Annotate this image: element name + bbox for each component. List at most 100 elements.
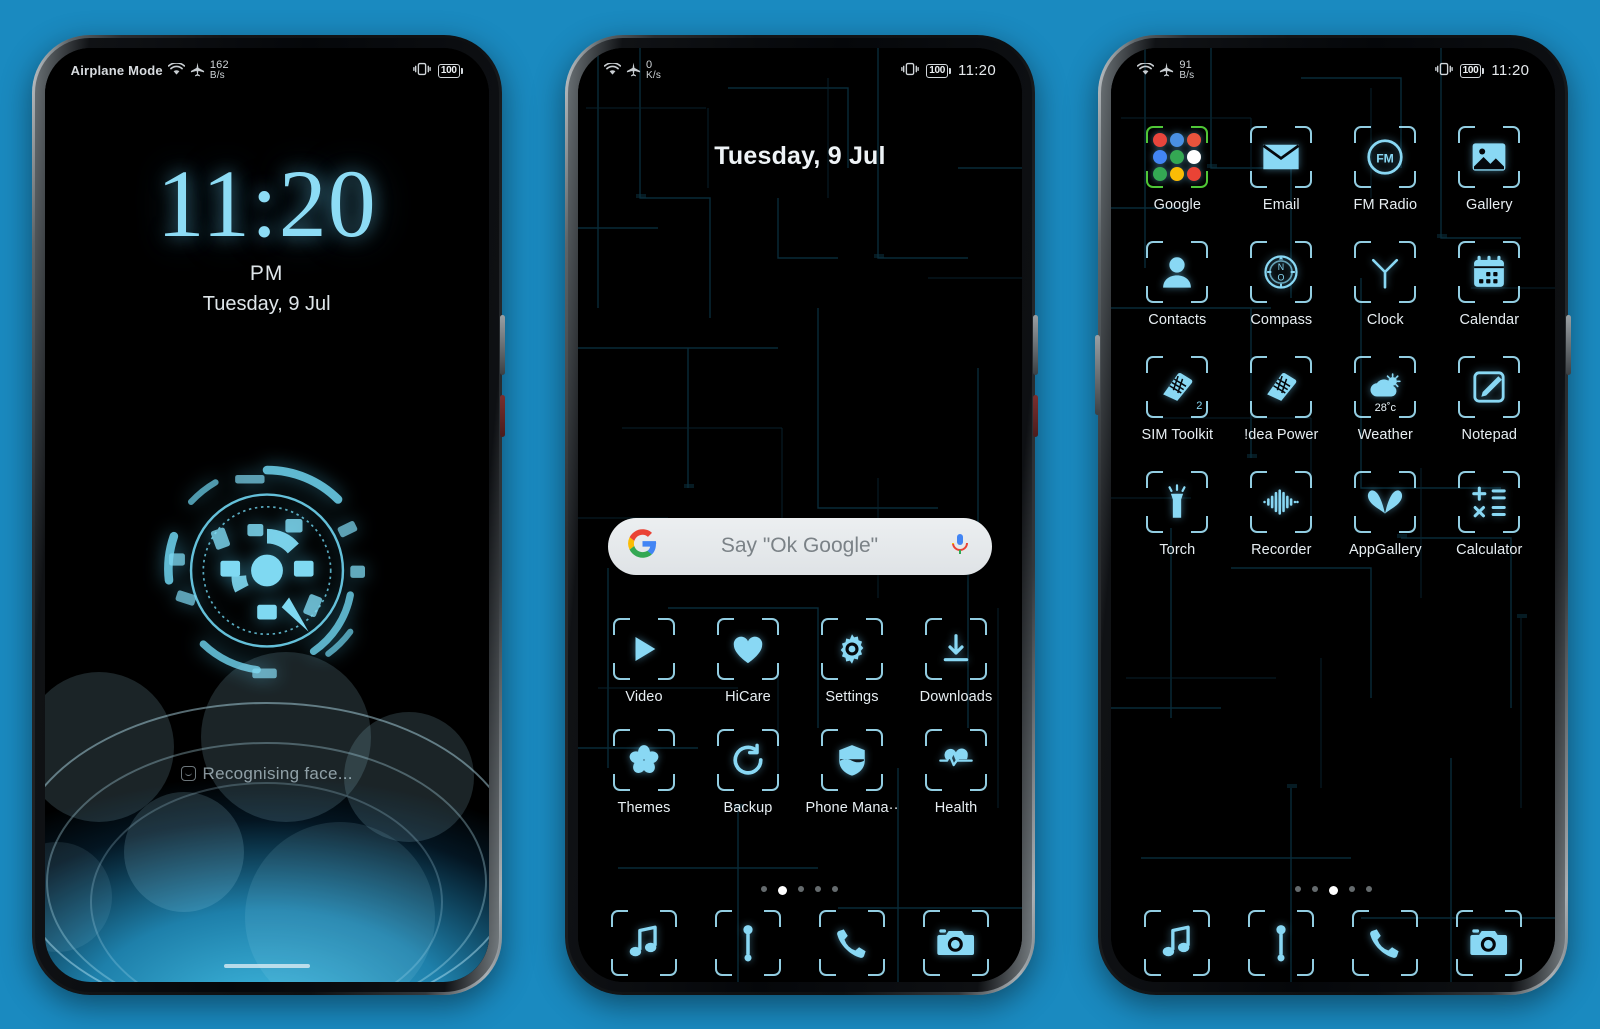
app-icon-calculator[interactable]: Calculator <box>1437 470 1541 558</box>
app-icon-video[interactable]: Video <box>592 617 696 705</box>
exclamation-pin-icon <box>1269 924 1293 962</box>
icon-frame <box>1146 240 1209 303</box>
page-indicator-3[interactable] <box>1111 885 1555 895</box>
app-label: Downloads <box>919 688 993 705</box>
face-unlock-status: Recognising face... <box>45 764 489 784</box>
page-dot[interactable] <box>1348 885 1355 892</box>
dock-icon-phone[interactable] <box>1333 909 1437 976</box>
face-id-icon <box>180 765 196 781</box>
page-dot[interactable] <box>832 885 839 892</box>
app-label: Notepad <box>1461 426 1518 443</box>
app-icon-settings[interactable]: Settings <box>800 617 904 705</box>
shield-icon <box>836 743 868 777</box>
status-bar-home-2: 0 K/s 100 11:20 <box>578 48 1022 94</box>
app-icon-phone-mana[interactable]: Phone Mana·· <box>800 728 904 816</box>
airplane-mode-label: Airplane Mode <box>70 63 163 78</box>
dock-icon-camera[interactable] <box>1437 909 1541 976</box>
status-bar-clock: 11:20 <box>958 62 996 79</box>
assistant-button[interactable] <box>1095 334 1101 415</box>
icon-frame <box>1354 240 1417 303</box>
page-dot[interactable] <box>1365 885 1372 892</box>
microphone-icon[interactable] <box>948 532 972 561</box>
status-bar-home-3: 91 B/s 100 11:20 <box>1111 48 1555 94</box>
dock-icon-phone[interactable] <box>800 909 904 976</box>
icon-frame <box>924 617 987 680</box>
power-button[interactable] <box>1566 314 1572 375</box>
dock-icon-messages[interactable] <box>1229 909 1333 976</box>
volume-button[interactable] <box>1032 394 1038 437</box>
page-indicator-2[interactable] <box>578 885 1022 895</box>
dock-page-3 <box>1125 909 1541 976</box>
icon-frame <box>820 728 883 791</box>
folder-app-dot <box>1187 149 1202 164</box>
app-icon-backup[interactable]: Backup <box>696 728 800 816</box>
page-dot[interactable] <box>798 885 805 892</box>
app-icon-torch[interactable]: Torch <box>1125 470 1229 558</box>
google-search-bar[interactable]: Say "Ok Google" <box>607 517 992 575</box>
page-dot[interactable] <box>815 885 822 892</box>
refresh-circle-icon <box>731 743 765 777</box>
app-icon-email[interactable]: Email <box>1229 125 1333 213</box>
folder-app-dot <box>1153 166 1168 181</box>
folder-app-dot <box>1153 132 1168 147</box>
app-icon-notepad[interactable]: Notepad <box>1437 355 1541 443</box>
wifi-icon <box>603 61 622 79</box>
app-label: Compass <box>1250 311 1313 328</box>
app-label: Gallery <box>1465 196 1513 213</box>
app-icon-google[interactable]: Google <box>1125 125 1229 213</box>
lockscreen-date: Tuesday, 9 Jul <box>202 292 331 315</box>
volume-button[interactable] <box>499 394 505 437</box>
page-dot[interactable] <box>1311 885 1318 892</box>
app-label: !dea Power <box>1244 426 1319 443</box>
power-button[interactable] <box>499 314 505 375</box>
page-dot[interactable] <box>1294 885 1301 892</box>
dock-icon-camera[interactable] <box>904 909 1008 976</box>
app-icon-themes[interactable]: Themes <box>592 728 696 816</box>
compass-icon: NO <box>1263 254 1299 290</box>
icon-frame: 28˚c <box>1354 355 1417 418</box>
icon-frame <box>1250 355 1313 418</box>
app-icon-sim-toolkit[interactable]: 2 SIM Toolkit <box>1125 355 1229 443</box>
app-icon-calendar[interactable]: Calendar <box>1437 240 1541 328</box>
exclamation-pin-icon <box>736 924 760 962</box>
phone-homescreen-2: 0 K/s 100 11:20 Tuesday, 9 Jul Say "Ok G… <box>564 34 1038 995</box>
dock-icon-messages[interactable] <box>696 909 800 976</box>
network-speed-unit: B/s <box>1179 70 1195 81</box>
app-label: Recorder <box>1251 541 1312 558</box>
power-button[interactable] <box>1032 314 1038 375</box>
dock-icon-music[interactable] <box>592 909 696 976</box>
lockscreen-clock: 11:20 PM Tuesday, 9 Jul <box>45 155 489 316</box>
app-icon-dea-power[interactable]: !dea Power <box>1229 355 1333 443</box>
icon-frame <box>1146 470 1209 533</box>
weather-cloud-sun-icon <box>1368 372 1402 401</box>
status-bar-lockscreen: Airplane Mode 162 B/s 100 <box>45 48 489 94</box>
app-icon-health[interactable]: Health <box>904 728 1008 816</box>
dock-icon-music[interactable] <box>1125 909 1229 976</box>
wifi-icon <box>167 61 185 79</box>
app-icon-contacts[interactable]: Contacts <box>1125 240 1229 328</box>
app-icon-weather[interactable]: 28˚c Weather <box>1333 355 1437 443</box>
app-icon-gallery[interactable]: Gallery <box>1437 125 1541 213</box>
icon-frame <box>1146 125 1209 188</box>
app-icon-recorder[interactable]: Recorder <box>1229 470 1333 558</box>
app-icon-compass[interactable]: N O Compass <box>1229 240 1333 328</box>
page-dot[interactable] <box>761 885 768 892</box>
svg-text:N: N <box>1278 261 1284 271</box>
app-icon-appgallery[interactable]: AppGallery <box>1333 470 1437 558</box>
page-dot[interactable] <box>778 885 788 895</box>
app-label: Google <box>1153 196 1201 213</box>
app-icon-fm-radio[interactable]: FM FM Radio <box>1333 125 1437 213</box>
page-dot[interactable] <box>1328 885 1338 895</box>
app-icon-downloads[interactable]: Downloads <box>904 617 1008 705</box>
home-indicator[interactable] <box>223 963 310 968</box>
app-icon-clock[interactable]: Clock <box>1333 240 1437 328</box>
app-label: Email <box>1262 196 1300 213</box>
date-widget[interactable]: Tuesday, 9 Jul <box>578 142 1022 171</box>
gear-icon <box>835 632 869 666</box>
app-icon-hicare[interactable]: HiCare <box>696 617 800 705</box>
network-speed: 91 B/s <box>1179 60 1194 81</box>
network-speed-unit: K/s <box>645 70 662 81</box>
icon-frame <box>716 728 779 791</box>
homescreen-display: 91 B/s 100 11:20 Google Email FM FM Radio Ga… <box>1111 47 1556 982</box>
heart-icon <box>731 633 765 665</box>
